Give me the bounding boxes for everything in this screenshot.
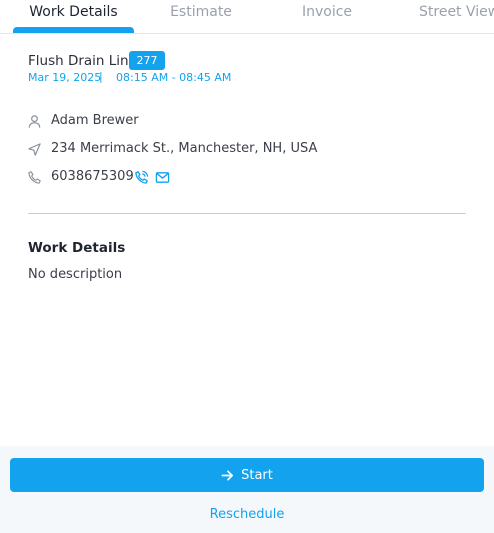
phone-icon <box>28 171 41 184</box>
reschedule-link[interactable]: Reschedule <box>0 507 494 522</box>
job-time-range: 08:15 AM - 08:45 AM <box>116 71 232 84</box>
customer-phone[interactable]: 6038675309 <box>51 169 134 184</box>
tab-bar: Work Details Estimate Invoice Street Vie… <box>0 0 494 34</box>
date-time-separator: | <box>99 70 103 83</box>
customer-address[interactable]: 234 Merrimack St., Manchester, NH, USA <box>51 141 317 156</box>
start-button-label: Start <box>241 467 273 483</box>
arrow-right-icon <box>221 469 234 481</box>
job-date: Mar 19, 2025 <box>28 71 102 84</box>
tab-street-view[interactable]: Street View <box>419 0 494 33</box>
user-icon <box>28 115 41 128</box>
work-details-description: No description <box>28 267 123 282</box>
active-tab-indicator <box>13 27 134 33</box>
work-order-screen: Work Details Estimate Invoice Street Vie… <box>0 0 494 533</box>
start-button[interactable]: Start <box>10 458 484 492</box>
email-icon[interactable] <box>155 170 170 185</box>
customer-name: Adam Brewer <box>51 113 139 128</box>
job-number-badge: 277 <box>129 51 165 70</box>
tab-invoice[interactable]: Invoice <box>283 0 371 33</box>
section-divider <box>28 213 466 214</box>
job-title: Flush Drain Line <box>28 53 137 69</box>
navigation-arrow-icon <box>28 143 41 156</box>
work-details-heading: Work Details <box>28 240 126 256</box>
tab-estimate[interactable]: Estimate <box>150 0 252 33</box>
phone-call-icon[interactable] <box>134 170 149 185</box>
